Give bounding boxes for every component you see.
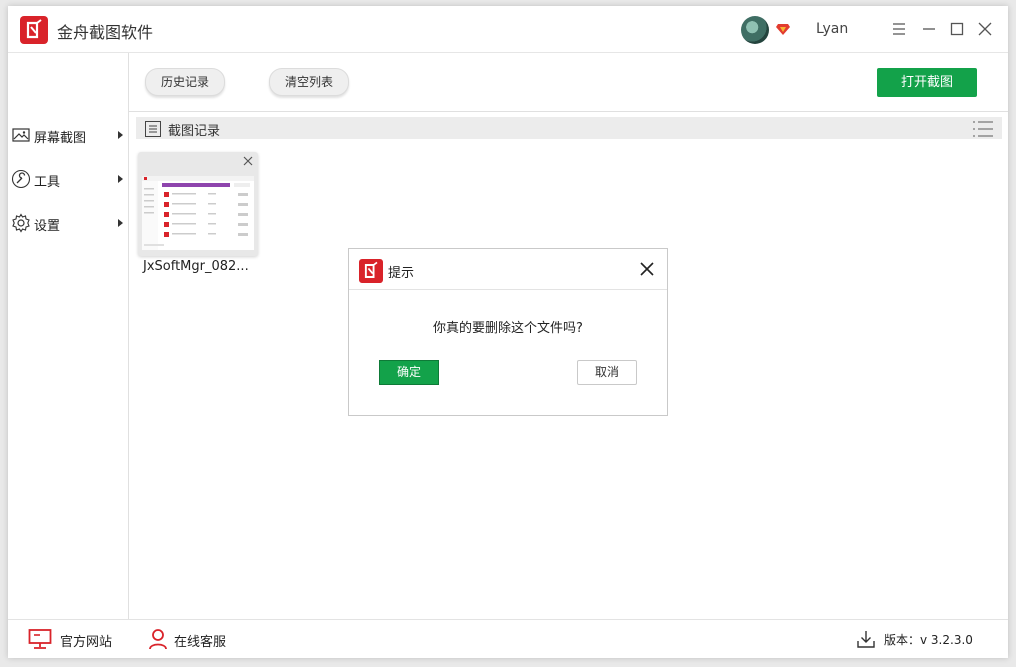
avatar[interactable] xyxy=(741,16,769,44)
gear-icon xyxy=(12,213,30,233)
app-logo-icon xyxy=(20,16,48,44)
close-icon[interactable] xyxy=(975,19,995,39)
confirm-button[interactable]: 确定 xyxy=(379,360,439,385)
official-website-label: 官方网站 xyxy=(60,635,113,650)
dialog-title: 提示 xyxy=(388,266,415,281)
close-icon[interactable] xyxy=(242,155,254,167)
thumbnail-preview-image xyxy=(142,176,254,250)
list-view-icon[interactable] xyxy=(971,119,995,139)
version-label: 版本：v 3.2.3.0 xyxy=(884,633,973,647)
sidebar-item-settings[interactable]: 设置 xyxy=(8,208,128,238)
download-icon xyxy=(857,631,875,648)
close-icon[interactable] xyxy=(639,261,655,277)
app-title: 金舟截图软件 xyxy=(57,23,154,42)
list-icon xyxy=(145,121,161,137)
sidebar-item-screen-capture[interactable]: 屏幕截图 xyxy=(8,120,128,150)
sidebar-item-tools[interactable]: 工具 xyxy=(8,164,128,194)
cancel-button[interactable]: 取消 xyxy=(577,360,637,385)
image-icon xyxy=(12,128,30,142)
menu-icon[interactable] xyxy=(889,19,909,39)
section-title: 截图记录 xyxy=(168,124,221,139)
open-screenshot-button[interactable]: 打开截图 xyxy=(877,68,977,97)
section-header: 截图记录 xyxy=(136,117,1002,139)
clear-list-button[interactable]: 清空列表 xyxy=(269,68,349,96)
chevron-right-icon xyxy=(118,131,123,139)
history-button[interactable]: 历史记录 xyxy=(145,68,225,96)
sidebar-item-label: 设置 xyxy=(34,219,61,234)
vip-diamond-icon[interactable] xyxy=(776,23,790,35)
footer: 官方网站 在线客服 版本：v 3.2.3.0 xyxy=(8,619,1008,659)
maximize-icon[interactable] xyxy=(947,19,967,39)
title-bar: 金舟截图软件 Lyan xyxy=(8,6,1008,53)
user-icon xyxy=(149,629,167,650)
monitor-icon xyxy=(28,629,52,649)
confirm-dialog: 提示 你真的要删除这个文件吗? 确定 取消 xyxy=(348,248,668,416)
username[interactable]: Lyan xyxy=(816,21,848,37)
dialog-header: 提示 xyxy=(349,249,667,290)
online-service-link[interactable]: 在线客服 xyxy=(148,628,248,650)
thumbnail-filename: JxSoftMgr_082... xyxy=(143,259,249,274)
chevron-right-icon xyxy=(118,219,123,227)
version-info[interactable]: 版本：v 3.2.3.0 xyxy=(856,628,986,650)
sidebar: 屏幕截图 工具 设置 xyxy=(8,53,129,619)
divider xyxy=(129,111,1008,112)
official-website-link[interactable]: 官方网站 xyxy=(28,628,128,650)
chevron-right-icon xyxy=(118,175,123,183)
online-service-label: 在线客服 xyxy=(174,635,227,650)
app-window: 金舟截图软件 Lyan 屏幕截图 工具 设置 历史记录 清空列表 打开截图 截图… xyxy=(8,6,1008,658)
minimize-icon[interactable] xyxy=(919,19,939,39)
app-logo-icon xyxy=(359,259,383,283)
dialog-message: 你真的要删除这个文件吗? xyxy=(433,321,583,336)
sidebar-item-label: 工具 xyxy=(34,175,61,190)
screenshot-thumbnail[interactable] xyxy=(138,152,258,256)
sidebar-item-label: 屏幕截图 xyxy=(34,131,87,146)
wrench-icon xyxy=(11,169,31,189)
